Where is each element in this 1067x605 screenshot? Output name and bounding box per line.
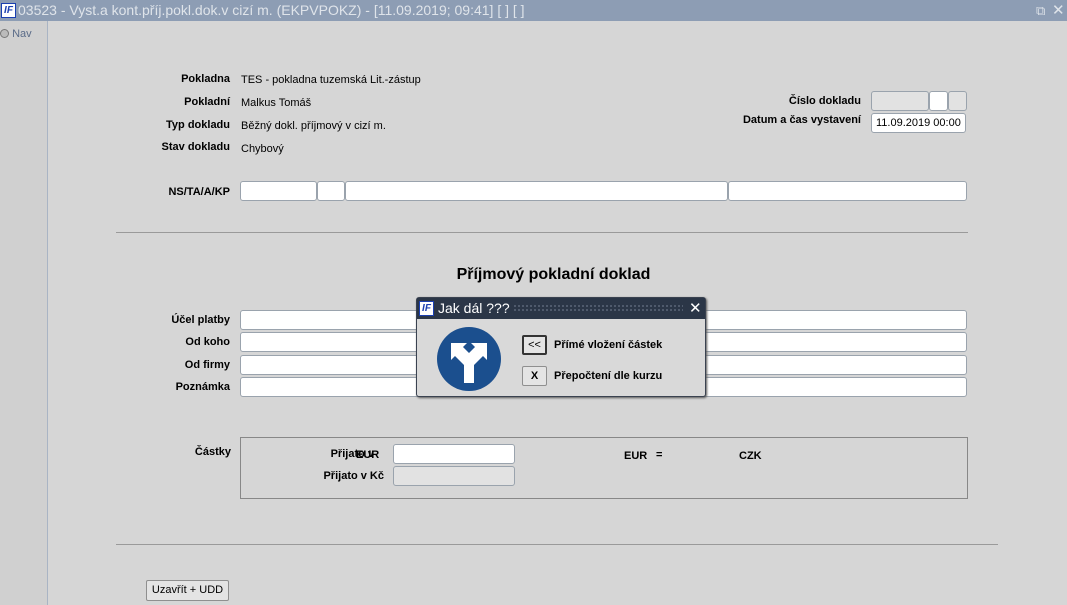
stav-value: Chybový [241,143,284,155]
datum-label: Datum a čas vystavení [742,114,861,126]
drag-grip[interactable] [513,304,683,313]
cislo-label: Číslo dokladu [788,95,861,107]
divider-bottom [116,544,998,545]
cislo-field-2[interactable] [929,91,948,111]
pokladni-value: Malkus Tomáš [241,97,312,109]
dialog: IF Jak dál ??? ✕ << Přímé vložení částek… [416,297,706,397]
cislo-field-1[interactable] [871,91,929,111]
app-logo-icon: IF [1,3,16,18]
recalc-label[interactable]: Přepočtení dle kurzu [554,370,662,382]
ns-field[interactable] [240,181,317,201]
radio-icon [0,29,9,38]
nav-toggle[interactable]: Nav [0,28,32,40]
castky-label: Částky [194,446,231,458]
sidebar: Nav [0,21,48,605]
ta-field[interactable] [317,181,345,201]
cislo-field-3[interactable] [948,91,967,111]
datum-field[interactable]: 11.09.2019 00:00 [871,113,966,133]
direct-entry-label[interactable]: Přímé vložení částek [554,339,662,351]
pokladna-value: TES - pokladna tuzemská Lit.-zástup [241,74,421,86]
od-koho-label: Od koho [185,336,230,348]
rate-to: CZK [739,450,762,462]
a-field[interactable] [345,181,728,201]
pokladna-label: Pokladna [181,73,230,85]
nav-label: Nav [12,28,32,40]
page-title: Příjmový pokladní doklad [456,266,651,283]
pokladni-label: Pokladní [184,96,230,108]
prijato-kc-field[interactable] [393,466,515,486]
fork-arrows-icon [437,327,501,391]
ns-label: NS/TA/A/KP [168,186,230,198]
typ-value: Běžný dokl. příjmový v cizí m. [241,120,386,132]
recalc-button[interactable]: X [522,366,547,386]
dialog-title: Jak dál ??? [438,300,510,316]
ucel-label: Účel platby [171,314,230,326]
direct-entry-button[interactable]: << [522,335,547,355]
close-icon[interactable]: ✕ [1052,0,1065,21]
od-firmy-label: Od firmy [184,359,230,371]
currency-label: EUR [356,449,380,461]
close-icon[interactable]: ✕ [689,298,702,319]
app-logo-icon: IF [419,301,434,316]
close-udd-button[interactable]: Uzavřít + UDD [146,580,229,601]
stav-label: Stav dokladu [161,141,230,153]
castky-panel [240,437,968,499]
typ-label: Typ dokladu [166,119,230,131]
title-bar: IF 03523 - Vyst.a kont.příj.pokl.dok.v c… [0,0,1067,21]
prijato-field[interactable] [393,444,515,464]
dialog-title-bar[interactable]: IF Jak dál ??? ✕ [417,298,705,319]
window-title: 03523 - Vyst.a kont.příj.pokl.dok.v cizí… [18,2,525,18]
divider [116,232,968,233]
restore-icon[interactable]: ⧉ [1036,0,1045,21]
rate-eq: = [656,449,663,461]
kp-field[interactable] [728,181,967,201]
rate-from: EUR [624,450,648,462]
poznamka-label: Poznámka [175,381,230,393]
prijato-kc-label: Přijato v Kč [323,470,384,482]
